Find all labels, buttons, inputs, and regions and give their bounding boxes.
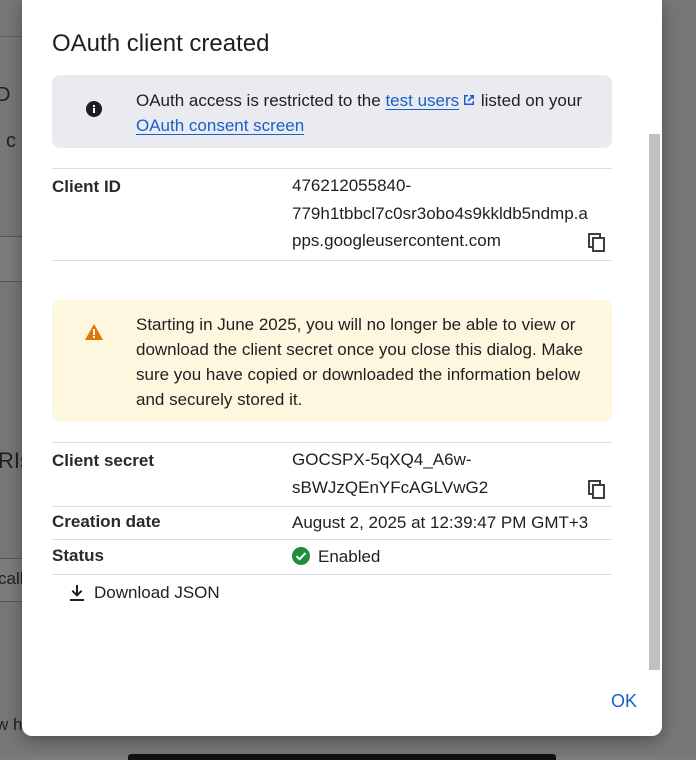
- warning-icon: [85, 324, 103, 340]
- status-label: Status: [52, 546, 104, 565]
- dialog-content: OAuth access is restricted to the test u…: [52, 75, 612, 575]
- client-id-value-line: pps.googleusercontent.com: [292, 231, 501, 250]
- oauth-consent-screen-link[interactable]: OAuth consent screen: [136, 116, 304, 135]
- warning-text: Starting in June 2025, you will no longe…: [136, 315, 583, 409]
- client-id-value: 476212055840- 779h1tbbcl7c0sr3obo4s9kkld…: [292, 172, 588, 255]
- creation-date-row: Creation date August 2, 2025 at 12:39:47…: [52, 506, 612, 540]
- info-icon: [86, 101, 102, 117]
- dialog-title: OAuth client created: [52, 30, 270, 57]
- client-id-label: Client ID: [52, 177, 121, 196]
- info-text-part: listed on your: [476, 91, 582, 110]
- download-json-label: Download JSON: [94, 583, 220, 602]
- check-circle-icon: [292, 547, 310, 565]
- client-id-value-line: 476212055840-: [292, 176, 412, 195]
- client-secret-value-line: sBWJzQEnYFcAGLVwG2: [292, 477, 489, 497]
- client-secret-row: Client secret GOCSPX-5qXQ4_A6w- sBWJzQEn…: [52, 442, 612, 506]
- info-text-part: OAuth access is restricted to the: [136, 91, 386, 110]
- oauth-client-created-dialog: OAuth client created OAuth access is res…: [22, 0, 662, 736]
- client-id-value-line: 779h1tbbcl7c0sr3obo4s9kkldb5ndmp.a: [292, 203, 588, 223]
- background-input: [0, 236, 23, 282]
- status-value: Enabled: [292, 543, 380, 571]
- info-banner: OAuth access is restricted to the test u…: [52, 75, 612, 148]
- info-text: OAuth access is restricted to the test u…: [136, 88, 596, 138]
- status-text: Enabled: [318, 547, 381, 566]
- background-text: c: [6, 130, 16, 152]
- background-text: w h: [0, 715, 23, 734]
- client-id-row: Client ID 476212055840- 779h1tbbcl7c0sr3…: [52, 168, 612, 261]
- background-text: call: [0, 569, 24, 588]
- download-icon: [70, 585, 84, 601]
- copy-client-secret-icon[interactable]: [587, 479, 607, 499]
- background-bar: [128, 754, 556, 760]
- creation-date-label: Creation date: [52, 512, 161, 531]
- background-divider: [0, 36, 22, 37]
- client-secret-label: Client secret: [52, 451, 155, 470]
- download-json-button[interactable]: Download JSON: [68, 583, 220, 603]
- ok-button[interactable]: OK: [611, 691, 637, 712]
- external-link-icon: [464, 95, 475, 105]
- warning-banner: Starting in June 2025, you will no longe…: [52, 300, 612, 421]
- status-row: Status Enabled: [52, 539, 612, 575]
- creation-date-value: August 2, 2025 at 12:39:47 PM GMT+3: [292, 513, 589, 532]
- scrollbar[interactable]: [649, 134, 660, 670]
- copy-client-id-icon[interactable]: [587, 232, 607, 252]
- test-users-link[interactable]: test users: [385, 91, 476, 110]
- client-secret-value-line: GOCSPX-5qXQ4_A6w-: [292, 450, 472, 469]
- background-text: D: [0, 84, 11, 106]
- test-users-link-label: test users: [385, 91, 460, 110]
- client-secret-value: GOCSPX-5qXQ4_A6w- sBWJzQEnYFcAGLVwG2: [292, 446, 488, 501]
